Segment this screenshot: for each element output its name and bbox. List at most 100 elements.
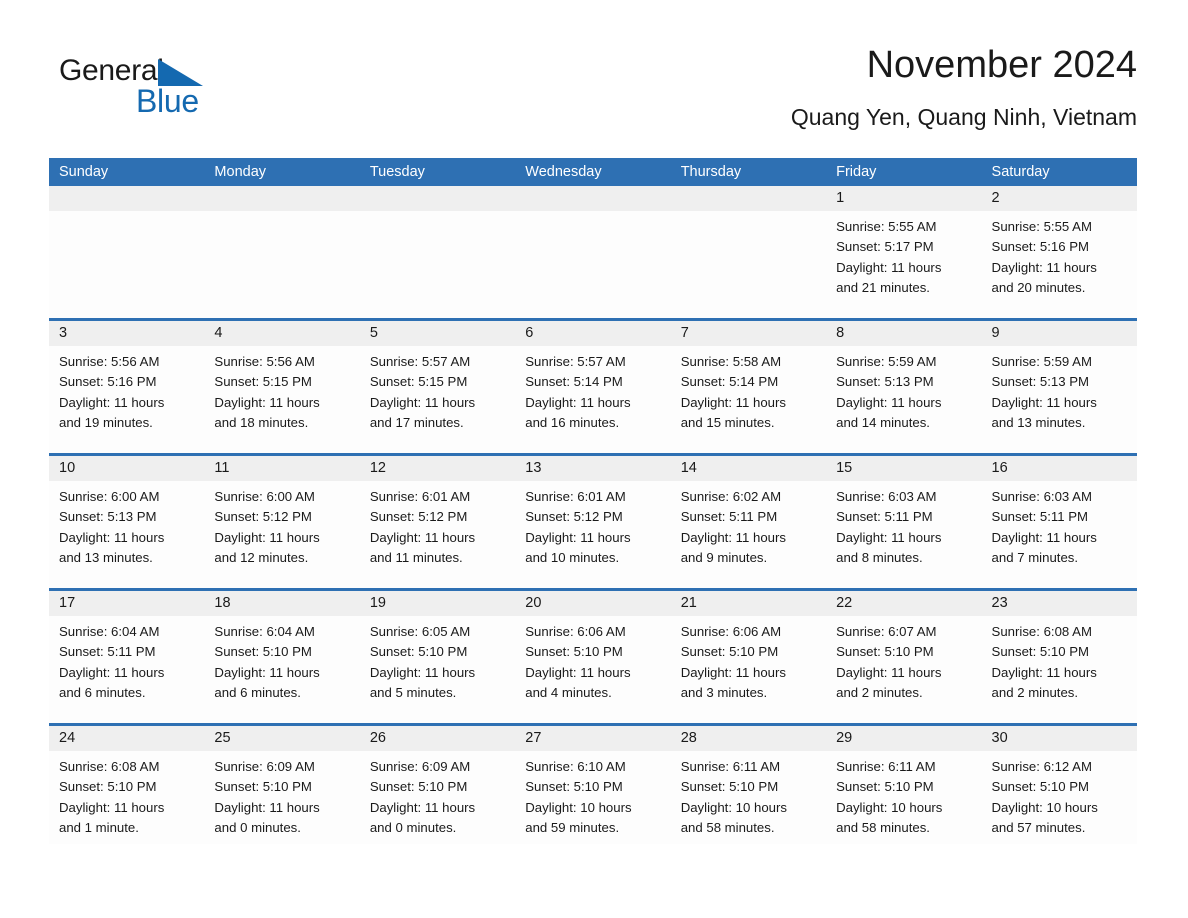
sunset-text: Sunset: 5:14 PM <box>525 374 623 390</box>
day-number: 26 <box>369 730 386 746</box>
day-number: 23 <box>991 595 1008 611</box>
daylight-text-line2: and 9 minutes. <box>680 549 768 565</box>
day-cell[interactable]: 13 Sunrise: 6:01 AM Sunset: 5:12 PM Dayligh… <box>515 456 671 588</box>
sunrise-text: Sunrise: 6:11 AM <box>680 759 781 774</box>
day-details: Sunrise: 6:07 AM Sunset: 5:10 PM Daylight:… <box>826 616 981 703</box>
day-cell[interactable]: 10 Sunrise: 6:00 AM Sunset: 5:13 PM Dayligh… <box>49 456 205 588</box>
day-details: Sunrise: 6:01 AM Sunset: 5:12 PM Daylight:… <box>360 481 515 568</box>
day-number: 10 <box>59 460 76 476</box>
day-cell[interactable]: 12 Sunrise: 6:01 AM Sunset: 5:12 PM Dayligh… <box>359 456 516 588</box>
daylight-text-line2: and 16 minutes. <box>525 414 620 430</box>
day-cell[interactable]: 19 Sunrise: 6:05 AM Sunset: 5:10 PM Dayligh… <box>359 591 516 723</box>
brand-name-blue: Blue <box>136 83 199 119</box>
day-cell[interactable]: 21 Sunrise: 6:06 AM Sunset: 5:10 PM Dayligh… <box>670 591 827 723</box>
day-number: 9 <box>991 325 1000 341</box>
day-cell[interactable]: 30 Sunrise: 6:12 AM Sunset: 5:10 PM Dayligh… <box>981 726 1137 844</box>
day-cell[interactable]: 29 Sunrise: 6:11 AM Sunset: 5:10 PM Dayligh… <box>826 726 982 844</box>
weekday-monday: Monday <box>214 164 267 180</box>
sunrise-text: Sunrise: 6:01 AM <box>369 489 471 504</box>
calendar-page: General Blue November 2024 Quang Yen, Qu… <box>0 0 1188 918</box>
sunset-text: Sunset: 5:10 PM <box>369 644 468 660</box>
day-number-strip: 7 <box>670 321 827 346</box>
day-cell[interactable]: 22 Sunrise: 6:07 AM Sunset: 5:10 PM Dayligh… <box>826 591 982 723</box>
day-cell[interactable]: 4 Sunrise: 5:56 AM Sunset: 5:15 PM Daylight… <box>204 321 360 453</box>
sunrise-text: Sunrise: 6:05 AM <box>369 624 471 639</box>
day-cell-empty <box>359 186 516 318</box>
day-number-strip: 1 <box>826 186 982 211</box>
day-details <box>204 211 359 217</box>
calendar-grid: Sunday Monday Tuesday Wednesday Thursday… <box>49 158 1137 844</box>
day-number-strip: 20 <box>515 591 671 616</box>
daylight-text-line1: Daylight: 10 hours <box>525 799 632 815</box>
sunset-text: Sunset: 5:11 PM <box>59 644 156 660</box>
sunrise-text: Sunrise: 6:00 AM <box>214 489 315 504</box>
day-details: Sunrise: 6:06 AM Sunset: 5:10 PM Daylight:… <box>515 616 670 703</box>
day-cell[interactable]: 14 Sunrise: 6:02 AM Sunset: 5:11 PM Dayligh… <box>670 456 827 588</box>
day-number-strip: 2 <box>981 186 1137 211</box>
daylight-text-line2: and 0 minutes. <box>369 819 457 835</box>
daylight-text-line2: and 59 minutes. <box>525 819 620 835</box>
brand-logo[interactable]: General Blue <box>59 54 259 126</box>
day-number-strip: 10 <box>49 456 205 481</box>
daylight-text-line1: Daylight: 11 hours <box>991 529 1097 545</box>
daylight-text-line1: Daylight: 10 hours <box>680 799 787 815</box>
day-cell[interactable]: 1 Sunrise: 5:55 AM Sunset: 5:17 PM Daylight… <box>826 186 982 318</box>
day-details: Sunrise: 6:09 AM Sunset: 5:10 PM Daylight:… <box>360 751 515 838</box>
day-cell[interactable]: 9 Sunrise: 5:59 AM Sunset: 5:13 PM Daylight… <box>981 321 1137 453</box>
day-number: 11 <box>214 460 230 476</box>
daylight-text-line1: Daylight: 11 hours <box>214 664 320 680</box>
day-cell[interactable]: 28 Sunrise: 6:11 AM Sunset: 5:10 PM Dayligh… <box>670 726 827 844</box>
day-cell[interactable]: 27 Sunrise: 6:10 AM Sunset: 5:10 PM Dayligh… <box>515 726 671 844</box>
day-cell[interactable]: 17 Sunrise: 6:04 AM Sunset: 5:11 PM Dayligh… <box>49 591 205 723</box>
day-cell[interactable]: 8 Sunrise: 5:59 AM Sunset: 5:13 PM Daylight… <box>826 321 982 453</box>
sunrise-text: Sunrise: 6:02 AM <box>680 489 782 504</box>
daylight-text-line1: Daylight: 11 hours <box>369 799 476 815</box>
day-number-strip: 6 <box>515 321 671 346</box>
day-number: 27 <box>525 730 542 746</box>
sunset-text: Sunset: 5:15 PM <box>214 374 312 390</box>
day-cell[interactable]: 24 Sunrise: 6:08 AM Sunset: 5:10 PM Dayligh… <box>49 726 205 844</box>
day-cell[interactable]: 6 Sunrise: 5:57 AM Sunset: 5:14 PM Daylight… <box>515 321 671 453</box>
calendar-week-row: 3 Sunrise: 5:56 AM Sunset: 5:16 PM Daylight… <box>49 318 1137 453</box>
sunset-text: Sunset: 5:10 PM <box>991 644 1090 660</box>
day-details: Sunrise: 6:08 AM Sunset: 5:10 PM Daylight:… <box>982 616 1137 703</box>
day-number-strip: 24 <box>49 726 205 751</box>
day-cell[interactable]: 18 Sunrise: 6:04 AM Sunset: 5:10 PM Dayligh… <box>204 591 360 723</box>
day-cell[interactable]: 11 Sunrise: 6:00 AM Sunset: 5:12 PM Dayligh… <box>204 456 360 588</box>
sunrise-text: Sunrise: 6:04 AM <box>214 624 315 639</box>
sunset-text: Sunset: 5:17 PM <box>836 239 934 255</box>
day-details: Sunrise: 6:05 AM Sunset: 5:10 PM Daylight:… <box>360 616 515 703</box>
daylight-text-line1: Daylight: 11 hours <box>836 664 942 680</box>
day-cell[interactable]: 7 Sunrise: 5:58 AM Sunset: 5:14 PM Daylight… <box>670 321 827 453</box>
day-cell[interactable]: 20 Sunrise: 6:06 AM Sunset: 5:10 PM Dayligh… <box>515 591 671 723</box>
title-block: November 2024 Quang Yen, Quang Ninh, Vie… <box>791 38 1137 134</box>
day-details: Sunrise: 6:04 AM Sunset: 5:10 PM Daylight:… <box>204 616 359 703</box>
page-subtitle: Quang Yen, Quang Ninh, Vietnam <box>790 104 1137 130</box>
daylight-text-line2: and 11 minutes. <box>369 549 463 565</box>
day-number-strip: 5 <box>359 321 516 346</box>
day-cell[interactable]: 26 Sunrise: 6:09 AM Sunset: 5:10 PM Dayligh… <box>359 726 516 844</box>
day-cell[interactable]: 3 Sunrise: 5:56 AM Sunset: 5:16 PM Daylight… <box>49 321 205 453</box>
daylight-text-line1: Daylight: 11 hours <box>525 394 631 410</box>
sunset-text: Sunset: 5:13 PM <box>836 374 934 390</box>
daylight-text-line2: and 5 minutes. <box>369 684 457 700</box>
day-details: Sunrise: 5:57 AM Sunset: 5:14 PM Daylight:… <box>515 346 670 433</box>
daylight-text-line2: and 18 minutes. <box>214 414 309 430</box>
day-number: 7 <box>680 325 689 341</box>
day-number-strip <box>49 186 205 211</box>
day-cell[interactable]: 25 Sunrise: 6:09 AM Sunset: 5:10 PM Dayligh… <box>204 726 360 844</box>
sunrise-text: Sunrise: 6:11 AM <box>836 759 936 774</box>
calendar-week-row: 24 Sunrise: 6:08 AM Sunset: 5:10 PM Dayligh… <box>49 723 1137 844</box>
day-cell[interactable]: 23 Sunrise: 6:08 AM Sunset: 5:10 PM Dayligh… <box>981 591 1137 723</box>
day-details: Sunrise: 5:59 AM Sunset: 5:13 PM Daylight:… <box>826 346 981 433</box>
day-cell[interactable]: 16 Sunrise: 6:03 AM Sunset: 5:11 PM Dayligh… <box>981 456 1137 588</box>
day-details: Sunrise: 6:00 AM Sunset: 5:12 PM Daylight:… <box>204 481 359 568</box>
day-cell[interactable]: 15 Sunrise: 6:03 AM Sunset: 5:11 PM Dayligh… <box>826 456 982 588</box>
day-cell[interactable]: 5 Sunrise: 5:57 AM Sunset: 5:15 PM Daylight… <box>359 321 516 453</box>
day-number: 16 <box>991 460 1008 476</box>
calendar-weeks: 1 Sunrise: 5:55 AM Sunset: 5:17 PM Daylight… <box>49 186 1137 844</box>
day-number: 15 <box>836 460 853 476</box>
sunset-text: Sunset: 5:14 PM <box>680 374 779 390</box>
day-cell[interactable]: 2 Sunrise: 5:55 AM Sunset: 5:16 PM Daylight… <box>981 186 1137 318</box>
sunrise-text: Sunrise: 6:04 AM <box>59 624 160 639</box>
